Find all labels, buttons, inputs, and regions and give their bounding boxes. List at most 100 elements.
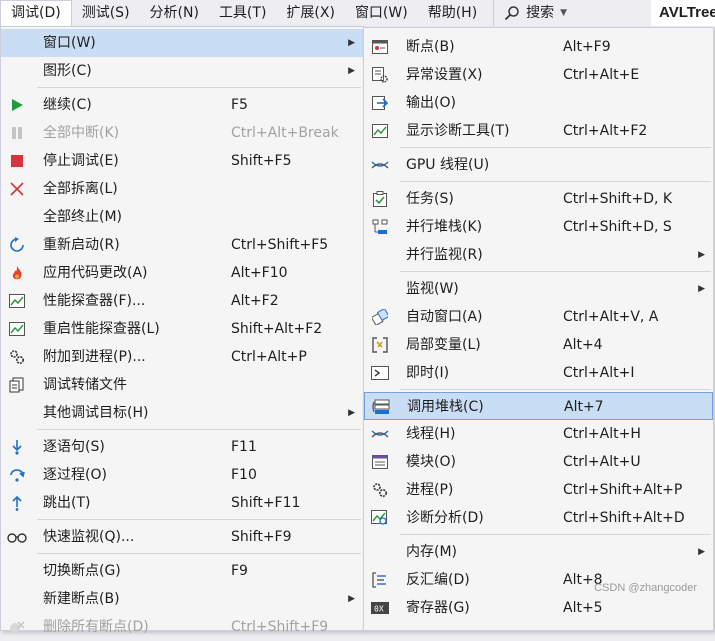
menu-item-parallel-stacks[interactable]: 并行堆栈(K) Ctrl+Shift+D, S [364,213,713,241]
menu-separator [400,181,711,182]
menu-item-shortcut: Ctrl+Shift+Alt+D [563,510,685,526]
menu-item-shortcut: Ctrl+Shift+D, K [563,191,673,207]
menu-item-parallel-watch[interactable]: 并行监视(R) ▶ [364,241,713,269]
menu-item-watch[interactable]: 监视(W) ▶ [364,275,713,303]
menu-item-toggle-breakpoint[interactable]: 切换断点(G) F9 [1,557,363,585]
menu-separator [400,389,711,390]
menu-item-label: 反汇编(D) [406,572,470,588]
menu-analyze[interactable]: 分析(N) [140,0,209,26]
gears-icon [7,347,27,367]
submenu-arrow-icon: ▶ [348,66,355,76]
menu-item-modules[interactable]: 模块(O) Ctrl+Alt+U [364,448,713,476]
menu-item-label: 逐语句(S) [43,439,105,455]
menu-item-shortcut: Ctrl+Alt+V, A [563,309,659,325]
menu-item-shortcut: Alt+7 [564,399,604,415]
menu-item-tasks[interactable]: 任务(S) Ctrl+Shift+D, K [364,185,713,213]
menu-window[interactable]: 窗口(W) [345,0,418,26]
menu-item-registers[interactable]: 0X 寄存器(G) Alt+5 [364,594,713,622]
menu-bar: 调试(D) 测试(S) 分析(N) 工具(T) 扩展(X) 窗口(W) 帮助(H… [0,0,715,26]
menu-item-quick-watch[interactable]: 快速监视(Q)... Shift+F9 [1,523,363,551]
menu-item-stop[interactable]: 停止调试(E) Shift+F5 [1,147,363,175]
search-box[interactable]: 搜索 ▼ [493,0,577,26]
menu-help[interactable]: 帮助(H) [418,0,487,26]
menu-item-dump[interactable]: 调试转储文件 [1,371,363,399]
menu-item-graphics[interactable]: 图形(C) ▶ [1,57,363,85]
menu-item-apply-changes[interactable]: 应用代码更改(A) Alt+F10 [1,259,363,287]
menu-item-label: 调用堆栈(C) [407,399,484,415]
chevron-down-icon: ▼ [560,8,568,18]
menu-item-other-targets[interactable]: 其他调试目标(H) ▶ [1,399,363,427]
window-submenu: 断点(B) Alt+F9 异常设置(X) Ctrl+Alt+E 输出(O) 显示… [363,27,714,631]
menu-separator [37,87,361,88]
tasks-icon [370,189,390,209]
menu-item-profiler[interactable]: 性能探查器(F)... Alt+F2 [1,287,363,315]
menu-item-shortcut: Alt+4 [563,337,603,353]
menu-item-restart[interactable]: 重新启动(R) Ctrl+Shift+F5 [1,231,363,259]
step-out-icon [7,493,27,513]
menu-item-label: 显示诊断工具(T) [406,123,510,139]
menu-item-label: 重新启动(R) [43,237,120,253]
menu-item-breakpoints[interactable]: 断点(B) Alt+F9 [364,33,713,61]
menu-item-step-into[interactable]: 逐语句(S) F11 [1,433,363,461]
menu-item-label: 切换断点(G) [43,563,121,579]
menu-item-label: 自动窗口(A) [406,309,483,325]
immediate-icon [370,363,390,383]
menu-item-detach-all[interactable]: 全部拆离(L) [1,175,363,203]
menu-item-immediate[interactable]: 即时(I) Ctrl+Alt+I [364,359,713,387]
menu-item-label: 局部变量(L) [406,337,481,353]
menu-item-locals[interactable]: 局部变量(L) Alt+4 [364,331,713,359]
menu-item-relaunch-profiler[interactable]: 重启性能探查器(L) Shift+Alt+F2 [1,315,363,343]
menu-item-label: 断点(B) [406,39,455,55]
menu-item-gpu-threads[interactable]: GPU 线程(U) [364,151,713,179]
submenu-arrow-icon: ▶ [348,408,355,418]
menu-item-label: 新建断点(B) [43,591,120,607]
menu-item-step-over[interactable]: 逐过程(O) F10 [1,461,363,489]
menu-item-shortcut: Ctrl+Alt+U [563,454,641,470]
menu-item-diagnostic-analysis[interactable]: 诊断分析(D) Ctrl+Shift+Alt+D [364,504,713,532]
menu-separator [400,534,711,535]
menu-item-processes[interactable]: 进程(P) Ctrl+Shift+Alt+P [364,476,713,504]
menu-item-terminate-all[interactable]: 全部终止(M) [1,203,363,231]
gears-icon [370,480,390,500]
menu-test[interactable]: 测试(S) [72,0,140,26]
menu-item-attach[interactable]: 附加到进程(P)... Ctrl+Alt+P [1,343,363,371]
menu-item-threads[interactable]: 线程(H) Ctrl+Alt+H [364,420,713,448]
menu-separator [37,553,361,554]
disassembly-icon [370,570,390,590]
menu-item-window[interactable]: 窗口(W) ▶ [1,29,363,57]
menu-item-shortcut: Ctrl+Alt+P [231,349,307,365]
submenu-arrow-icon: ▶ [348,594,355,604]
menu-extensions[interactable]: 扩展(X) [276,0,345,26]
menu-item-break-all[interactable]: 全部中断(K) Ctrl+Alt+Break [1,119,363,147]
play-icon [7,95,27,115]
menu-item-shortcut: Ctrl+Alt+I [563,365,635,381]
menu-item-exception-settings[interactable]: 异常设置(X) Ctrl+Alt+E [364,61,713,89]
chart-icon [7,291,27,311]
menu-item-step-out[interactable]: 跳出(T) Shift+F11 [1,489,363,517]
menu-item-autos[interactable]: 自动窗口(A) Ctrl+Alt+V, A [364,303,713,331]
menu-item-delete-breakpoints[interactable]: 删除所有断点(D) Ctrl+Shift+F9 [1,613,363,641]
menu-item-label: 即时(I) [406,365,450,381]
menu-item-label: 并行监视(R) [406,247,483,263]
menu-tools[interactable]: 工具(T) [209,0,276,26]
menu-item-call-stack[interactable]: 调用堆栈(C) Alt+7 [364,392,713,420]
menu-item-new-breakpoint[interactable]: 新建断点(B) ▶ [1,585,363,613]
threads-icon [370,155,390,175]
autos-icon [370,307,390,327]
submenu-arrow-icon: ▶ [348,38,355,48]
search-label: 搜索 [526,5,555,21]
menu-item-label: 并行堆栈(K) [406,219,483,235]
menu-item-shortcut: Alt+F2 [231,293,279,309]
menu-item-continue[interactable]: 继续(C) F5 [1,91,363,119]
menu-debug[interactable]: 调试(D) [0,0,72,26]
menu-item-label: 进程(P) [406,482,454,498]
app-title: AVLTree [651,0,715,26]
pause-icon [7,123,27,143]
menu-item-output[interactable]: 输出(O) [364,89,713,117]
menu-item-label: 任务(S) [406,191,454,207]
threads-icon [370,424,390,444]
flame-icon [7,263,27,283]
menu-item-diagnostic-tools[interactable]: 显示诊断工具(T) Ctrl+Alt+F2 [364,117,713,145]
menu-item-memory[interactable]: 内存(M) ▶ [364,538,713,566]
menu-item-label: 停止调试(E) [43,153,119,169]
